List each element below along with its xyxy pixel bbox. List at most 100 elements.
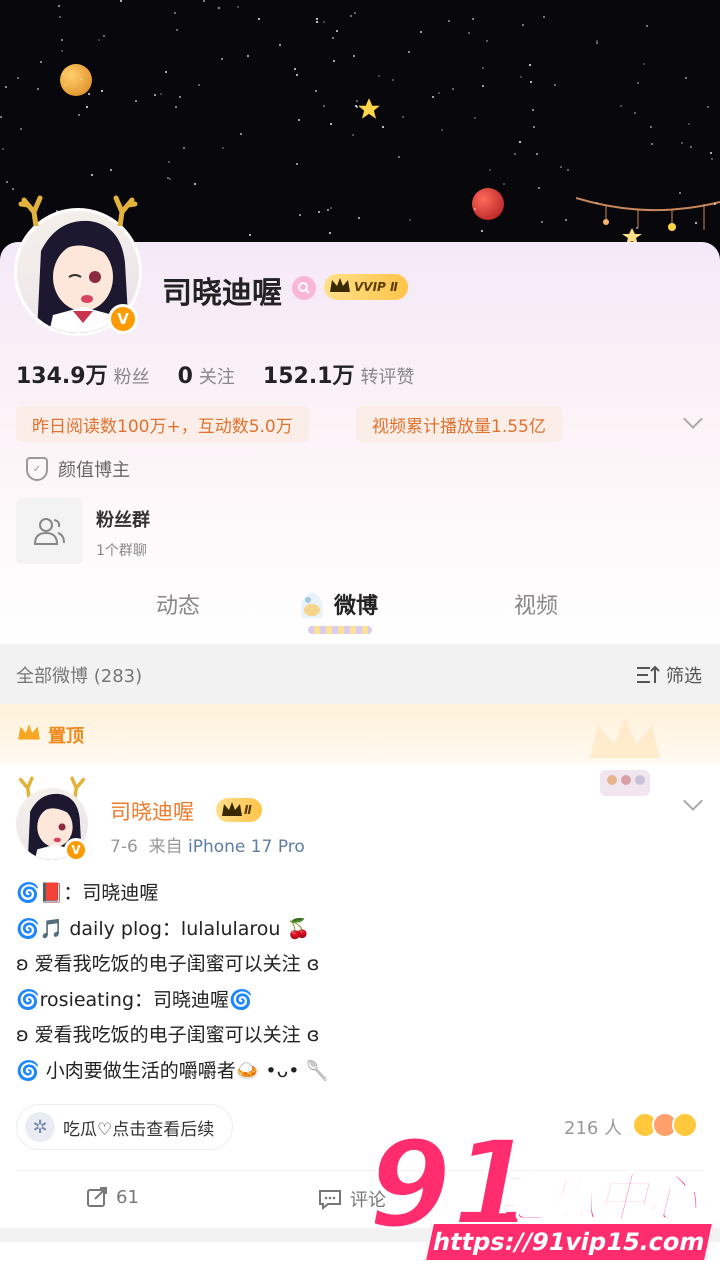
star-dot	[650, 126, 652, 128]
star-dot	[353, 55, 355, 57]
stat-following[interactable]: 0 关注	[178, 363, 235, 389]
all-posts-label: 全部微博 (283)	[16, 666, 143, 687]
star-dot	[0, 116, 2, 118]
star-dot	[64, 84, 66, 86]
star-dot	[382, 126, 384, 128]
repost-button[interactable]: 61	[86, 1186, 139, 1208]
star-dot	[299, 214, 301, 216]
content-line: ʚ 爱看我吃饭的电子闺蜜可以关注 ɞ	[16, 953, 320, 975]
blogger-category: ✓ 颜值博主	[26, 456, 130, 482]
star-dot	[356, 106, 358, 108]
star-dot	[448, 20, 450, 22]
pinned-label: 置顶	[48, 726, 84, 747]
vip-label: VVIP Ⅱ	[354, 280, 398, 294]
star-dot	[323, 21, 325, 23]
star-dot	[354, 12, 356, 14]
fan-group-subtitle: 1个群聊	[96, 543, 147, 559]
stat-fans[interactable]: 134.9万 粉丝	[16, 358, 150, 390]
crown-icon	[18, 724, 40, 740]
watermark-title: 吃瓜中心	[495, 1168, 699, 1230]
star-dot	[198, 84, 200, 86]
star-dot	[532, 109, 534, 111]
filter-button[interactable]: 筛选	[636, 662, 702, 688]
flower-icon: ✲	[25, 1112, 55, 1142]
star-dot	[315, 90, 317, 92]
filter-icon	[637, 665, 660, 683]
star-dot	[409, 219, 411, 221]
star-dot	[88, 93, 90, 95]
star-dot	[222, 147, 224, 149]
star-dot	[408, 51, 410, 53]
star-dot	[78, 114, 80, 116]
star-dot	[175, 106, 177, 108]
stat-value: 0	[177, 364, 193, 389]
repost-icon	[87, 1187, 107, 1207]
video-stats-tag: 视频累计播放量1.55亿	[356, 406, 562, 442]
orange-planet	[60, 64, 92, 96]
hanging-ornaments-icon	[576, 197, 720, 245]
tab-dynamic[interactable]: 动态	[156, 588, 200, 620]
star-dot	[481, 230, 483, 232]
shield-icon: ✓	[26, 457, 48, 481]
star-dot	[620, 105, 622, 107]
stat-interactions[interactable]: 152.1万 转评赞	[263, 358, 415, 390]
star-dot	[560, 166, 562, 168]
star-dot	[37, 88, 39, 90]
star-dot	[482, 85, 484, 87]
star-dot	[543, 16, 545, 18]
star-dot	[474, 208, 476, 210]
star-dot	[378, 75, 380, 77]
star-dot	[565, 219, 567, 221]
red-planet	[472, 188, 504, 220]
star-dot	[538, 187, 540, 189]
star-dot	[336, 30, 338, 32]
star-dot	[40, 61, 42, 63]
fan-group-icon[interactable]	[16, 498, 82, 564]
star-dot	[596, 42, 598, 44]
tab-video[interactable]: 视频	[514, 588, 558, 620]
post-device[interactable]: iPhone 17 Pro	[188, 837, 305, 857]
watermark-logo: 91 吃瓜中心 https://91vip15.com	[367, 1124, 720, 1280]
content-line: 🌀📕：司晓迪喔	[16, 882, 159, 904]
post-author[interactable]: 司晓迪喔	[110, 796, 194, 826]
verified-search-icon[interactable]	[292, 276, 316, 300]
star-dot	[536, 153, 538, 155]
pinned-decoration-icon	[590, 718, 660, 796]
stat-value: 134.9万	[16, 364, 108, 389]
star-dot	[110, 169, 112, 171]
star-dot	[514, 153, 516, 155]
star-dot	[154, 94, 156, 96]
star-dot	[432, 96, 434, 98]
star-dot	[279, 44, 281, 46]
star-dot	[679, 192, 681, 194]
topic-label: 吃瓜♡点击查看后续	[63, 1119, 215, 1140]
crown-icon	[330, 278, 350, 292]
star-dot	[392, 79, 394, 81]
star-dot	[247, 55, 249, 57]
star-dot	[59, 16, 61, 18]
antler-right-icon	[113, 195, 138, 226]
star-dot	[17, 77, 19, 79]
star-dot	[194, 183, 196, 185]
profile-avatar[interactable]: V	[14, 195, 142, 336]
star-dot	[318, 211, 320, 213]
post-menu-chevron-icon[interactable]	[683, 791, 703, 811]
topic-pill[interactable]: ✲ 吃瓜♡点击查看后续	[16, 1104, 234, 1150]
vip-badge[interactable]: VVIP Ⅱ	[324, 274, 408, 300]
star-dot	[120, 0, 122, 2]
star-dot	[489, 169, 491, 171]
fan-group-title[interactable]: 粉丝群	[96, 506, 150, 532]
star-dot	[167, 177, 169, 179]
star-dot	[61, 39, 63, 41]
star-dot	[183, 147, 185, 149]
star-dot	[63, 73, 65, 75]
stat-label: 关注	[198, 367, 235, 388]
star-dot	[468, 32, 470, 34]
vip-badge[interactable]: Ⅱ	[216, 798, 262, 822]
star-dot	[169, 178, 171, 180]
tab-weibo[interactable]: 微博	[334, 588, 378, 620]
star-dot	[135, 100, 137, 102]
star-dot	[643, 63, 645, 65]
star-dot	[714, 203, 716, 205]
star-dot	[530, 81, 532, 83]
